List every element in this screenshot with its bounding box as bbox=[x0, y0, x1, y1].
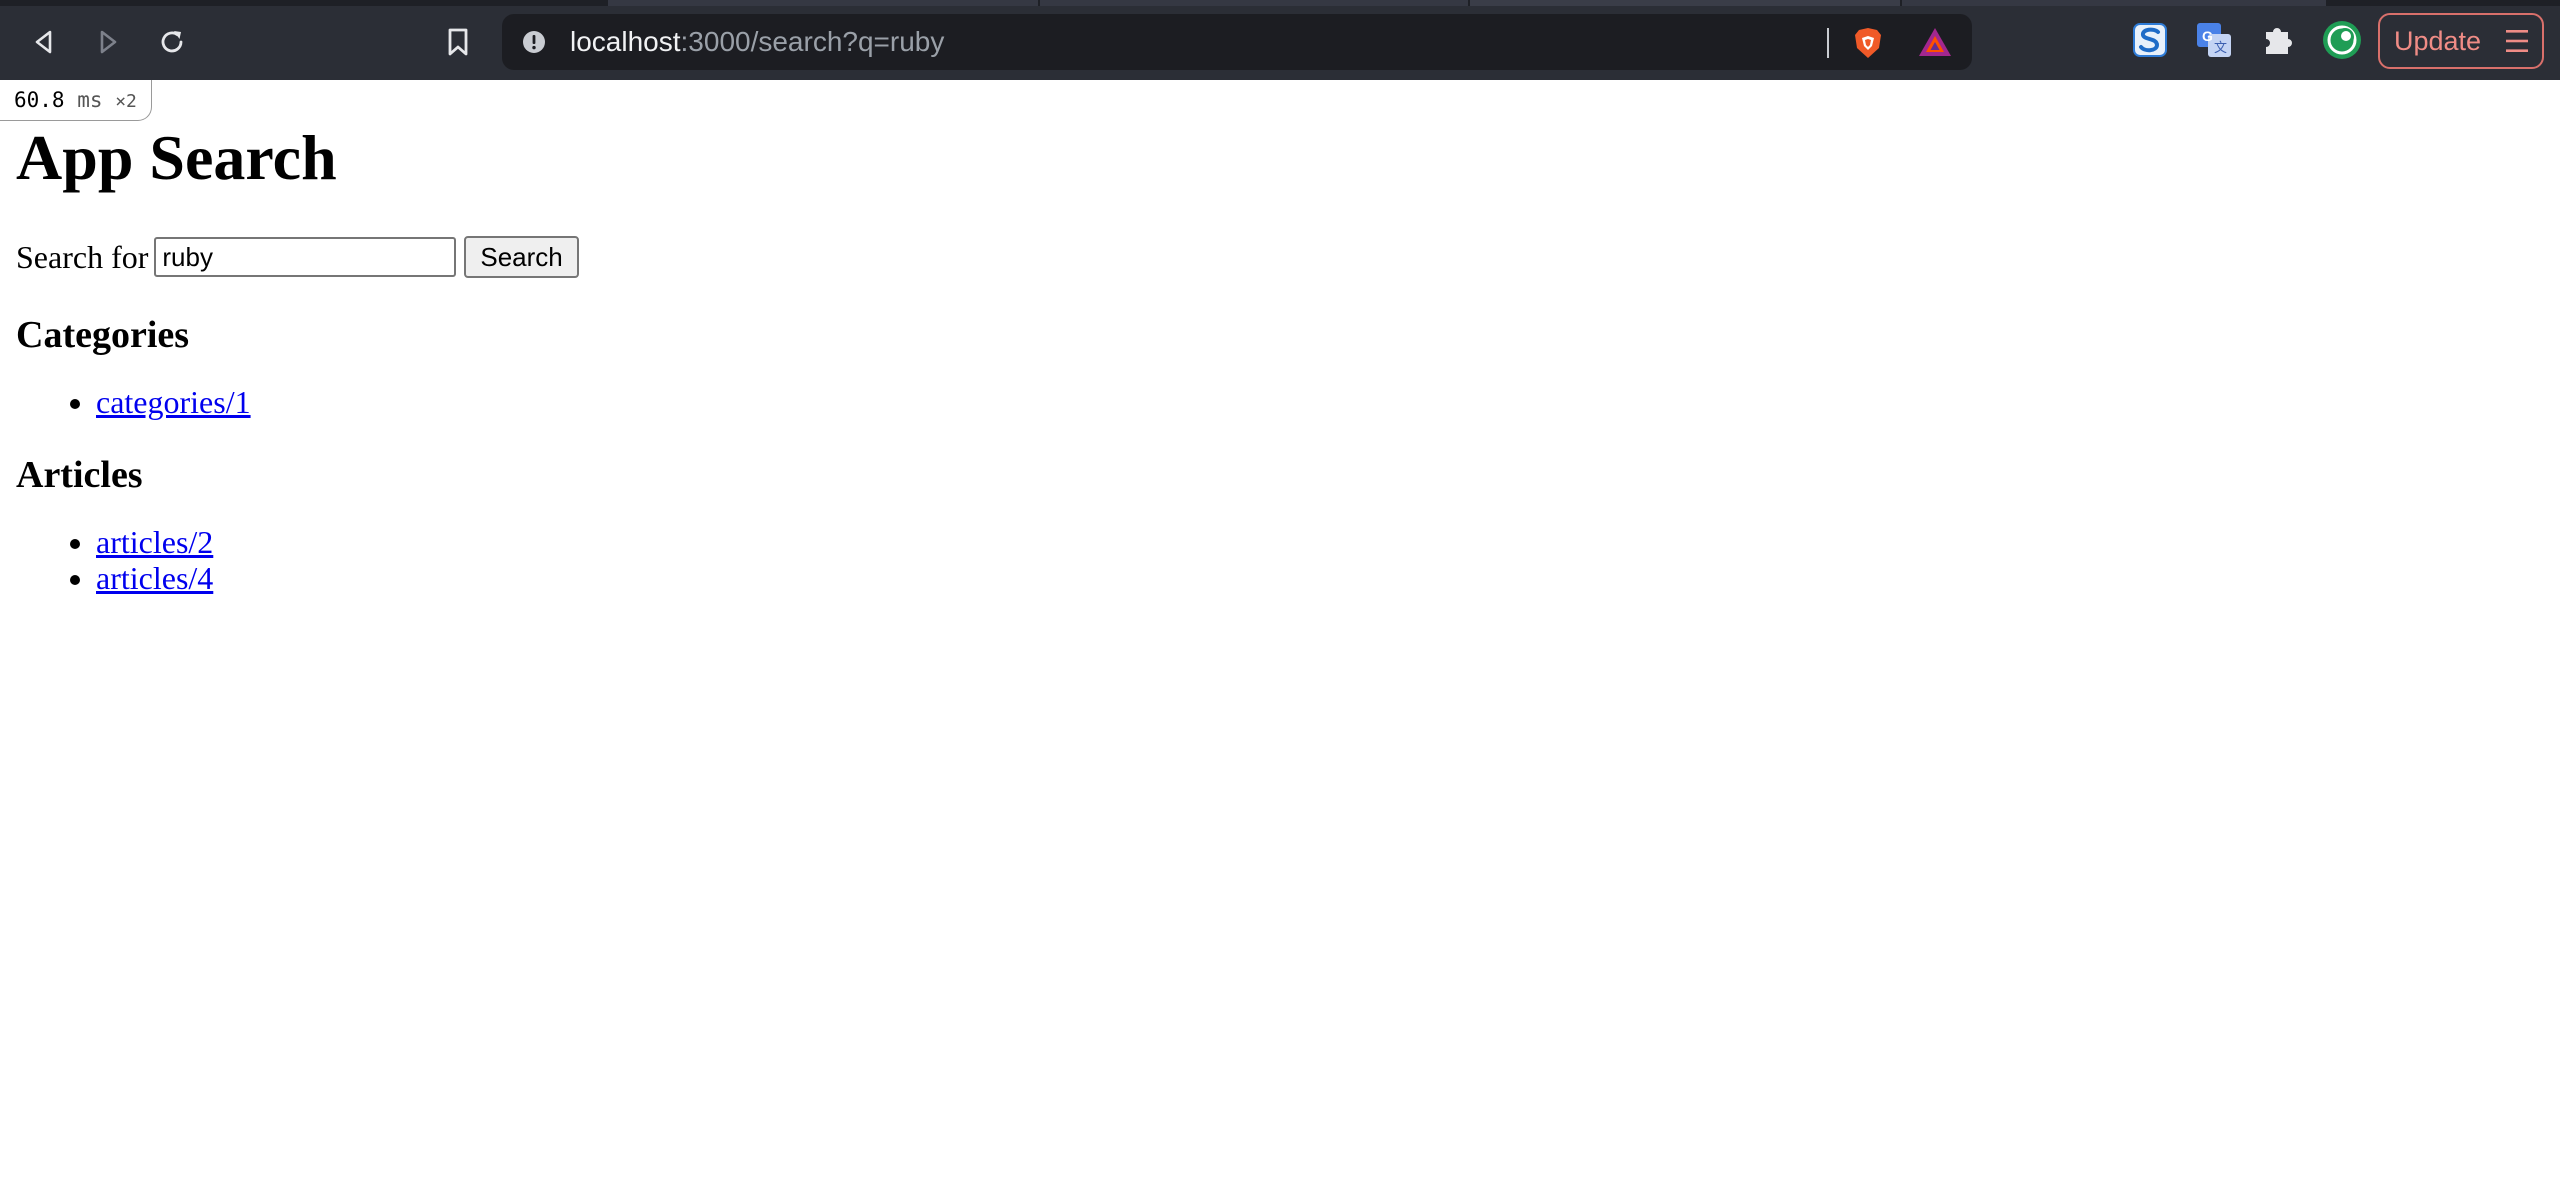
tab[interactable] bbox=[608, 0, 1038, 6]
update-label: Update bbox=[2394, 26, 2482, 56]
svg-text:G: G bbox=[2202, 28, 2213, 44]
list-item: articles/4 bbox=[96, 560, 2536, 596]
address-bar-divider bbox=[1827, 28, 1829, 58]
bookmark-button[interactable] bbox=[436, 20, 480, 64]
profile-avatar-icon[interactable] bbox=[2322, 20, 2362, 60]
page-content: App Search Search for Search Categories … bbox=[16, 120, 2536, 596]
page-title: App Search bbox=[16, 122, 337, 193]
tab[interactable] bbox=[1902, 0, 2326, 6]
list-item: articles/2 bbox=[96, 524, 2536, 560]
tab[interactable] bbox=[1040, 0, 1468, 6]
search-button[interactable]: Search bbox=[464, 236, 579, 278]
address-bar[interactable]: localhost:3000/search?q=ruby bbox=[502, 14, 1972, 70]
reload-icon bbox=[161, 31, 183, 53]
tab-strip bbox=[0, 0, 2560, 6]
browser-toolbar: localhost:3000/search?q=ruby G 文 Update bbox=[0, 0, 2560, 80]
profiler-time: 60.8 bbox=[14, 88, 65, 112]
reload-button[interactable] bbox=[150, 20, 194, 64]
brave-shields-icon[interactable] bbox=[1851, 26, 1885, 60]
site-info-icon[interactable] bbox=[522, 30, 546, 54]
list-item: categories/1 bbox=[96, 384, 2536, 420]
profiler-badge[interactable]: 60.8 ms ×2 bbox=[0, 80, 152, 121]
articles-list: articles/2 articles/4 bbox=[16, 524, 2536, 596]
profiler-unit: ms bbox=[77, 88, 103, 112]
articles-heading: Articles bbox=[16, 454, 143, 496]
article-link[interactable]: articles/2 bbox=[96, 524, 213, 560]
bookmark-icon bbox=[448, 28, 468, 56]
translate-extension-icon[interactable]: G 文 bbox=[2194, 20, 2234, 60]
svg-text:文: 文 bbox=[2214, 40, 2227, 55]
forward-arrow-icon bbox=[100, 30, 117, 54]
tab-active[interactable] bbox=[1470, 0, 1900, 6]
forward-button[interactable] bbox=[86, 20, 130, 64]
update-button[interactable]: Update bbox=[2378, 13, 2544, 69]
brave-rewards-icon[interactable] bbox=[1917, 26, 1953, 58]
search-form: Search for Search bbox=[16, 234, 2536, 280]
back-button[interactable] bbox=[22, 20, 66, 64]
url-text[interactable]: localhost:3000/search?q=ruby bbox=[570, 14, 944, 70]
search-label: Search for bbox=[16, 238, 149, 275]
categories-heading: Categories bbox=[16, 314, 190, 356]
categories-list: categories/1 bbox=[16, 384, 2536, 420]
url-path: :3000/search?q=ruby bbox=[680, 26, 945, 57]
puzzle-extensions-icon[interactable] bbox=[2258, 20, 2298, 60]
search-input[interactable] bbox=[154, 237, 457, 277]
category-link[interactable]: categories/1 bbox=[96, 384, 251, 420]
back-arrow-icon bbox=[35, 30, 52, 54]
s-extension-icon[interactable] bbox=[2130, 20, 2170, 60]
hamburger-menu-icon bbox=[2506, 30, 2528, 52]
profiler-count: ×2 bbox=[115, 91, 137, 112]
url-host: localhost bbox=[570, 26, 681, 57]
article-link[interactable]: articles/4 bbox=[96, 560, 213, 596]
